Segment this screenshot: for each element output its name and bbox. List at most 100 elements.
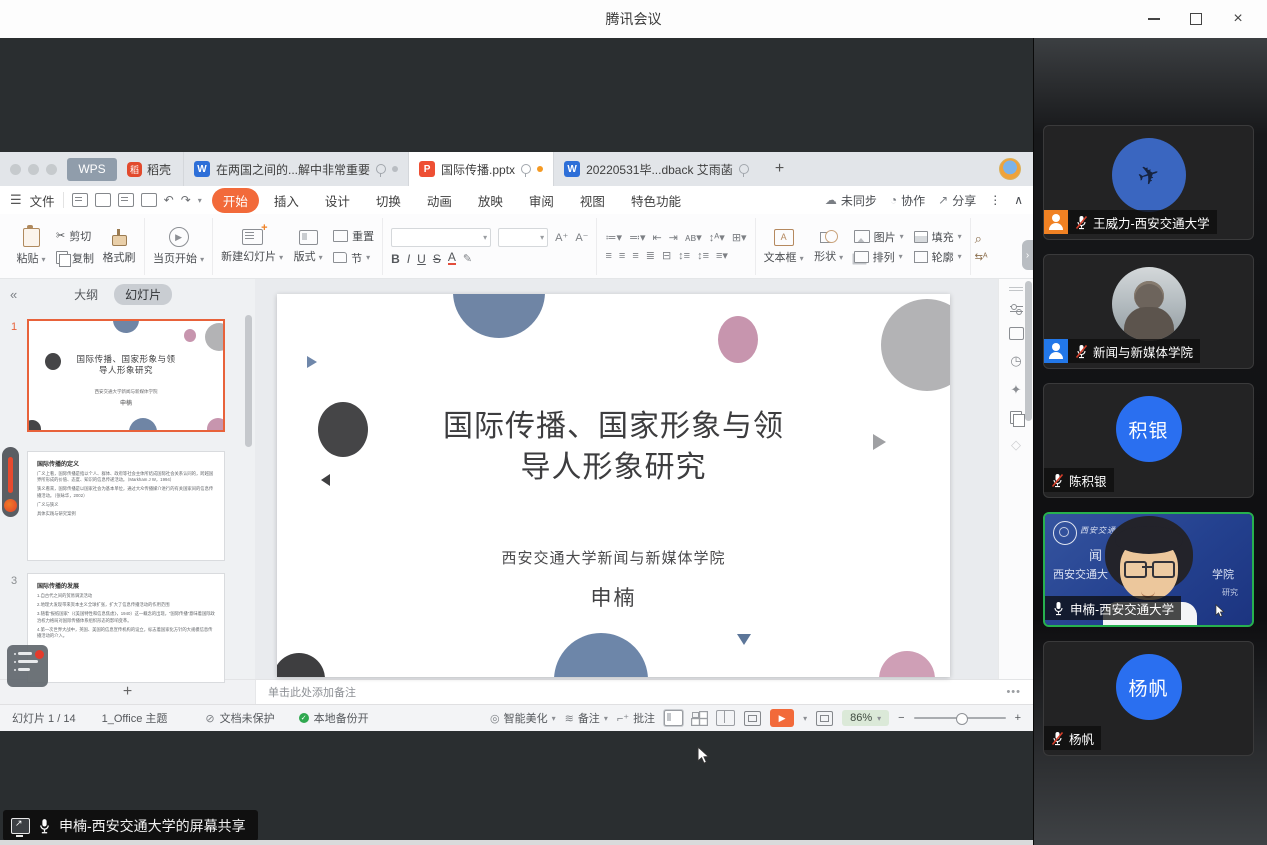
doc-tab-3[interactable]: W 20220531毕...dback 艾雨菡: [553, 152, 759, 186]
play-options-icon[interactable]: ▾: [803, 714, 807, 723]
save-icon[interactable]: [71, 193, 88, 207]
duplicate-icon[interactable]: [1010, 411, 1025, 427]
copy-button[interactable]: 复制: [56, 250, 94, 267]
slideshow-play-button[interactable]: ▶: [770, 709, 795, 727]
notes-more-icon[interactable]: •••: [1006, 686, 1021, 698]
align-center-button[interactable]: ≡: [619, 250, 625, 262]
zoom-out-button[interactable]: −: [898, 712, 904, 724]
maximize-button[interactable]: [1175, 0, 1217, 38]
participant-tile-wangweili[interactable]: ✈ 王威力-西安交通大学: [1043, 125, 1254, 240]
search-icon[interactable]: ⌕: [975, 231, 988, 247]
textbox-button[interactable]: A 文本框 ▾: [764, 228, 804, 265]
shapes-button[interactable]: 形状 ▾: [812, 229, 846, 264]
slide-subtitle[interactable]: 西安交通大学新闻与新媒体学院: [277, 547, 950, 568]
protect-status[interactable]: ⊘ 文档未保护: [205, 710, 274, 726]
arrange-button[interactable]: 排列 ▾: [853, 249, 904, 265]
play-display-button[interactable]: [744, 710, 762, 726]
sorter-view-button[interactable]: [692, 711, 707, 725]
justify-button[interactable]: ≣: [646, 249, 655, 262]
zoom-level[interactable]: 86% ▾: [842, 710, 890, 726]
replace-icon[interactable]: ⇆ᴬ: [975, 252, 988, 263]
share-button[interactable]: ↗ 分享: [938, 192, 976, 209]
new-tab-button[interactable]: +: [775, 160, 784, 178]
history-icon[interactable]: ◷: [1010, 353, 1021, 369]
participant-tile-yangfan[interactable]: 杨帆 杨帆: [1043, 641, 1254, 756]
format-painter-button[interactable]: 格式刷: [102, 228, 136, 265]
underline-button[interactable]: U: [417, 252, 426, 266]
collapse-panel-button[interactable]: «: [10, 287, 17, 302]
menu-file[interactable]: 文件: [30, 191, 55, 210]
align-right-button[interactable]: ≡: [632, 250, 638, 262]
slide-author[interactable]: 申楠: [277, 582, 950, 612]
wps-home-button[interactable]: WPS: [67, 157, 117, 181]
new-slide-button[interactable]: 新建幻灯片 ▾: [221, 222, 283, 264]
para-spacing-button[interactable]: ↕≡: [678, 250, 690, 262]
play-from-current-button[interactable]: ▶ 当页开始 ▾: [153, 227, 204, 266]
docer-button[interactable]: 稻 稻壳: [127, 161, 183, 178]
menu-home[interactable]: 开始: [211, 187, 259, 213]
undo-icon[interactable]: ↶: [164, 193, 174, 207]
section-button[interactable]: 节 ▾: [333, 250, 374, 266]
reset-button[interactable]: 重置: [333, 228, 374, 244]
panel-expand-handle[interactable]: ›: [1022, 240, 1033, 270]
text-direction-button[interactable]: ᴀʙ▾: [685, 231, 702, 244]
todo-float-widget[interactable]: [7, 645, 48, 687]
backup-status[interactable]: ✓ 本地备份开: [298, 710, 369, 726]
menu-view[interactable]: 视图: [569, 188, 616, 213]
list-more-button[interactable]: ≡▾: [716, 249, 728, 262]
collaborate-button[interactable]: ◔ 协作: [890, 192, 925, 209]
normal-view-button[interactable]: [664, 710, 684, 726]
slide-thumb-1[interactable]: 国际传播、国家形象与领 导人形象研究 西安交通大学新闻与新媒体学院 申楠: [27, 319, 225, 432]
magic-effects-icon[interactable]: ✦: [1011, 382, 1022, 398]
slide-title[interactable]: 国际传播、国家形象与领 导人形象研究: [277, 406, 950, 488]
close-button[interactable]: ×: [1217, 0, 1259, 38]
cut-button[interactable]: ✂ 剪切: [56, 228, 94, 244]
font-name-select[interactable]: ▾: [391, 227, 492, 247]
slide-thumb-2[interactable]: 国际传播的定义 广义上看，国际传播是指以个人、群体、政府等社会主体所结成国际社会…: [27, 451, 225, 561]
print-icon[interactable]: [117, 193, 134, 207]
image-tools-icon[interactable]: [1008, 327, 1024, 340]
bold-button[interactable]: B: [391, 252, 400, 266]
zoom-slider[interactable]: [913, 713, 1006, 725]
collapse-ribbon-icon[interactable]: ∧: [1014, 193, 1023, 207]
columns-button[interactable]: ⊞▾: [732, 231, 747, 244]
tab-slides[interactable]: 幻灯片: [114, 283, 173, 305]
hamburger-icon[interactable]: ☰: [10, 192, 22, 208]
menu-design[interactable]: 设计: [314, 188, 361, 213]
minimize-button[interactable]: [1133, 0, 1175, 38]
redo-icon[interactable]: ↷: [181, 193, 191, 207]
more-vertical-icon[interactable]: ⋮: [989, 193, 1001, 207]
export-icon[interactable]: [94, 193, 111, 207]
decrease-font-button[interactable]: A⁻: [575, 231, 588, 244]
menu-transition[interactable]: 切换: [365, 188, 412, 213]
participant-tile-chenjiyin[interactable]: 积银 陈积银: [1043, 383, 1254, 498]
slide-thumb-3[interactable]: 国际传播的发展 1.自古代之间的贸易调流活动 2.地理大发现带来资本主义全球扩张…: [27, 573, 225, 683]
user-avatar[interactable]: [999, 158, 1021, 180]
notes-input[interactable]: 单击此处添加备注 •••: [255, 680, 1033, 704]
para-spacing2-button[interactable]: ↕≡: [697, 250, 709, 262]
doc-tab-2-active[interactable]: P 国际传播.pptx: [408, 152, 554, 186]
pin-icon[interactable]: [738, 164, 749, 177]
increase-font-button[interactable]: A⁺: [555, 231, 568, 244]
paste-button[interactable]: 粘贴 ▾: [14, 224, 48, 266]
participant-tile-shennan[interactable]: 西安交通大学 闻 西安交通大 学院 研究 申楠-西安交通大学: [1043, 512, 1254, 627]
slide-canvas[interactable]: 国际传播、国家形象与领 导人形象研究 西安交通大学新闻与新媒体学院 申楠: [277, 294, 950, 677]
increase-indent-button[interactable]: ⇥: [669, 231, 678, 244]
notes-button[interactable]: ≋ 备注 ▾: [565, 710, 608, 726]
numbering-button[interactable]: ≕▾: [629, 231, 646, 244]
menu-insert[interactable]: 插入: [263, 188, 310, 213]
vertical-scrollbar[interactable]: [1025, 281, 1032, 421]
sync-status[interactable]: ☁ 未同步: [825, 192, 877, 209]
menu-animation[interactable]: 动画: [416, 188, 463, 213]
zoom-slider-knob[interactable]: [955, 713, 968, 725]
fit-window-button[interactable]: [816, 710, 834, 726]
thermometer-icon[interactable]: [2, 447, 19, 517]
resource-icon[interactable]: ◇: [1011, 437, 1021, 453]
highlight-button[interactable]: ✎: [463, 252, 472, 265]
fill-button[interactable]: 填充 ▾: [913, 229, 962, 245]
doc-tab-1[interactable]: W 在两国之间的...解中非常重要: [183, 152, 408, 186]
tab-outline[interactable]: 大纲: [74, 286, 98, 303]
menu-slideshow[interactable]: 放映: [467, 188, 514, 213]
layout-button[interactable]: 版式 ▾: [291, 229, 325, 264]
strike-button[interactable]: S: [433, 252, 441, 266]
